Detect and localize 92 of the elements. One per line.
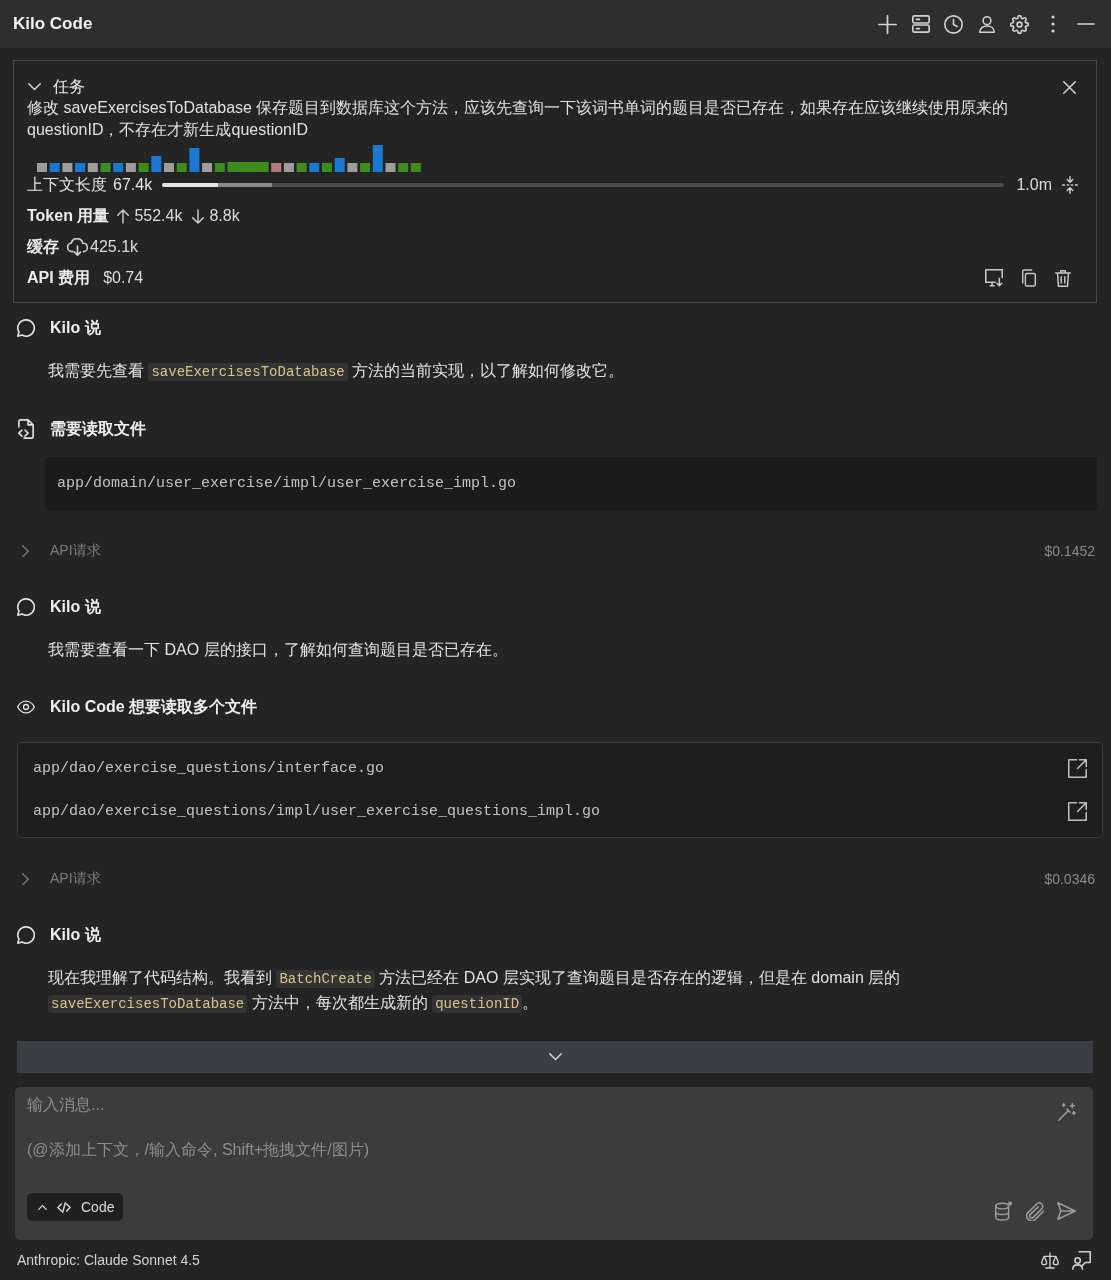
server-icon[interactable] bbox=[911, 15, 930, 33]
usage-bar bbox=[271, 163, 282, 172]
send-icon[interactable] bbox=[1057, 1202, 1076, 1220]
usage-bar bbox=[385, 163, 396, 172]
usage-bar bbox=[37, 163, 47, 172]
usage-bar bbox=[49, 163, 60, 172]
scale-icon[interactable] bbox=[1041, 1251, 1059, 1269]
file-path-block[interactable]: app/domain/user_exercise/impl/user_exercise_impl.go bbox=[45, 457, 1097, 510]
usage-bar bbox=[227, 162, 269, 172]
usage-bar bbox=[309, 163, 320, 172]
task-title: 任务 bbox=[53, 76, 85, 97]
usage-bar bbox=[322, 163, 332, 172]
copy-icon[interactable] bbox=[1022, 269, 1036, 287]
usage-bar bbox=[87, 163, 98, 172]
usage-bar bbox=[138, 163, 149, 172]
chevron-right-icon[interactable] bbox=[22, 544, 29, 558]
usage-bar bbox=[202, 163, 213, 172]
compress-icon[interactable] bbox=[1062, 176, 1078, 194]
cache-count: 425.1k bbox=[90, 238, 139, 256]
cache-label: 缓存 bbox=[27, 236, 59, 257]
usage-bar bbox=[75, 163, 86, 172]
usage-bar bbox=[189, 148, 200, 172]
usage-bar bbox=[176, 163, 187, 172]
message-text: 现在我理解了代码结构。我看到 BatchCreate 方法已经在 DAO 层实现了查询题目是否存在的逻辑，但是在 domain 层的 saveExercisesToDatabase 方法中，每次都生成新的 questionID 。 bbox=[48, 968, 902, 1015]
usage-bar bbox=[398, 163, 409, 172]
message-title: Kilo 说 bbox=[50, 317, 101, 338]
app-title: Kilo Code bbox=[13, 14, 94, 34]
usage-bar bbox=[125, 163, 136, 172]
file-path[interactable]: app/dao/exercise_questions/interface.go bbox=[33, 760, 385, 777]
chevron-down-icon bbox=[548, 1053, 562, 1061]
message-title: Kilo Code 想要读取多个文件 bbox=[50, 696, 258, 717]
cost-value: $0.74 bbox=[103, 269, 144, 287]
usage-bar bbox=[164, 163, 174, 172]
model-name[interactable]: Anthropic: Claude Sonnet 4.5 bbox=[17, 1252, 200, 1268]
task-description: 修改 saveExercisesToDatabase 保存题目到数据库这个方法，应该先查询一下该词书单词的题目是否已存在，如果存在应该继续使用原来的questionID，不存在才新生成questionID bbox=[27, 98, 1010, 140]
usage-bar bbox=[334, 158, 345, 172]
usage-bar bbox=[113, 163, 124, 172]
cloud-download-icon bbox=[67, 238, 88, 256]
external-link-icon[interactable] bbox=[1068, 759, 1087, 778]
usage-bar bbox=[214, 163, 225, 172]
file-path[interactable]: app/dao/exercise_questions/impl/user_exercise_questions_impl.go bbox=[33, 803, 601, 820]
context-used: 67.4k bbox=[113, 176, 153, 194]
file-code-icon bbox=[17, 419, 35, 439]
api-cost: $0.1452 bbox=[1044, 543, 1095, 559]
more-icon[interactable] bbox=[1050, 15, 1055, 33]
message-title: 需要读取文件 bbox=[50, 418, 146, 439]
magic-wand-icon[interactable] bbox=[1058, 1103, 1076, 1121]
message-title: Kilo 说 bbox=[50, 596, 101, 617]
context-limit: 1.0m bbox=[1016, 176, 1052, 194]
mode-button[interactable]: Code bbox=[27, 1193, 124, 1221]
clock-icon[interactable] bbox=[944, 14, 963, 34]
chat-person-icon[interactable] bbox=[1072, 1250, 1091, 1270]
usage-bar bbox=[62, 163, 73, 172]
person-icon[interactable] bbox=[978, 15, 995, 33]
trash-icon[interactable] bbox=[1055, 269, 1071, 287]
paperclip-icon[interactable] bbox=[1026, 1201, 1044, 1221]
speech-bubble-icon bbox=[17, 319, 35, 337]
message-title: Kilo 说 bbox=[50, 924, 101, 945]
chevron-down-icon[interactable] bbox=[28, 83, 41, 91]
input-hint: (@添加上下文，/输入命令, Shift+拖拽文件/图片) bbox=[27, 1140, 371, 1160]
settings-icon[interactable] bbox=[1010, 14, 1029, 34]
database-icon[interactable] bbox=[995, 1201, 1013, 1221]
token-count: 552.4k bbox=[134, 207, 183, 225]
usage-bar bbox=[283, 163, 294, 172]
external-link-icon[interactable] bbox=[1068, 802, 1087, 821]
plus-icon[interactable] bbox=[878, 14, 897, 34]
api-request-label[interactable]: API请求 bbox=[50, 870, 101, 888]
usage-bar bbox=[347, 163, 358, 172]
usage-bar bbox=[410, 163, 421, 172]
chevron-right-icon[interactable] bbox=[22, 872, 29, 886]
monitor-arrow-icon[interactable] bbox=[985, 269, 1003, 287]
message-text: 我需要查看一下 DAO 层的接口，了解如何查询题目是否已存在。 bbox=[48, 640, 509, 660]
message-text: 我需要先查看 saveExercisesToDatabase 方法的当前实现，以了解如何修改它。 bbox=[48, 361, 626, 383]
usage-bar bbox=[100, 163, 111, 172]
context-label: 上下文长度 bbox=[27, 174, 107, 195]
minus-icon[interactable] bbox=[1076, 23, 1095, 25]
caret-up-icon bbox=[38, 1204, 47, 1210]
usage-bar bbox=[151, 156, 162, 172]
speech-bubble-icon bbox=[17, 598, 35, 616]
arrow-down-icon bbox=[192, 208, 205, 224]
code-icon bbox=[57, 1201, 71, 1213]
arrow-up-icon bbox=[117, 208, 130, 224]
usage-bar bbox=[296, 163, 307, 172]
speech-bubble-icon bbox=[17, 926, 35, 944]
cost-label: API 费用 bbox=[27, 267, 91, 288]
message-input[interactable]: 输入消息... bbox=[27, 1095, 1058, 1115]
eye-icon bbox=[17, 700, 35, 714]
api-request-label[interactable]: API请求 bbox=[50, 542, 101, 560]
token-count: 8.8k bbox=[209, 207, 240, 225]
token-label: Token 用量 bbox=[27, 205, 110, 226]
close-icon[interactable] bbox=[1063, 80, 1076, 94]
api-cost: $0.0346 bbox=[1044, 871, 1095, 887]
